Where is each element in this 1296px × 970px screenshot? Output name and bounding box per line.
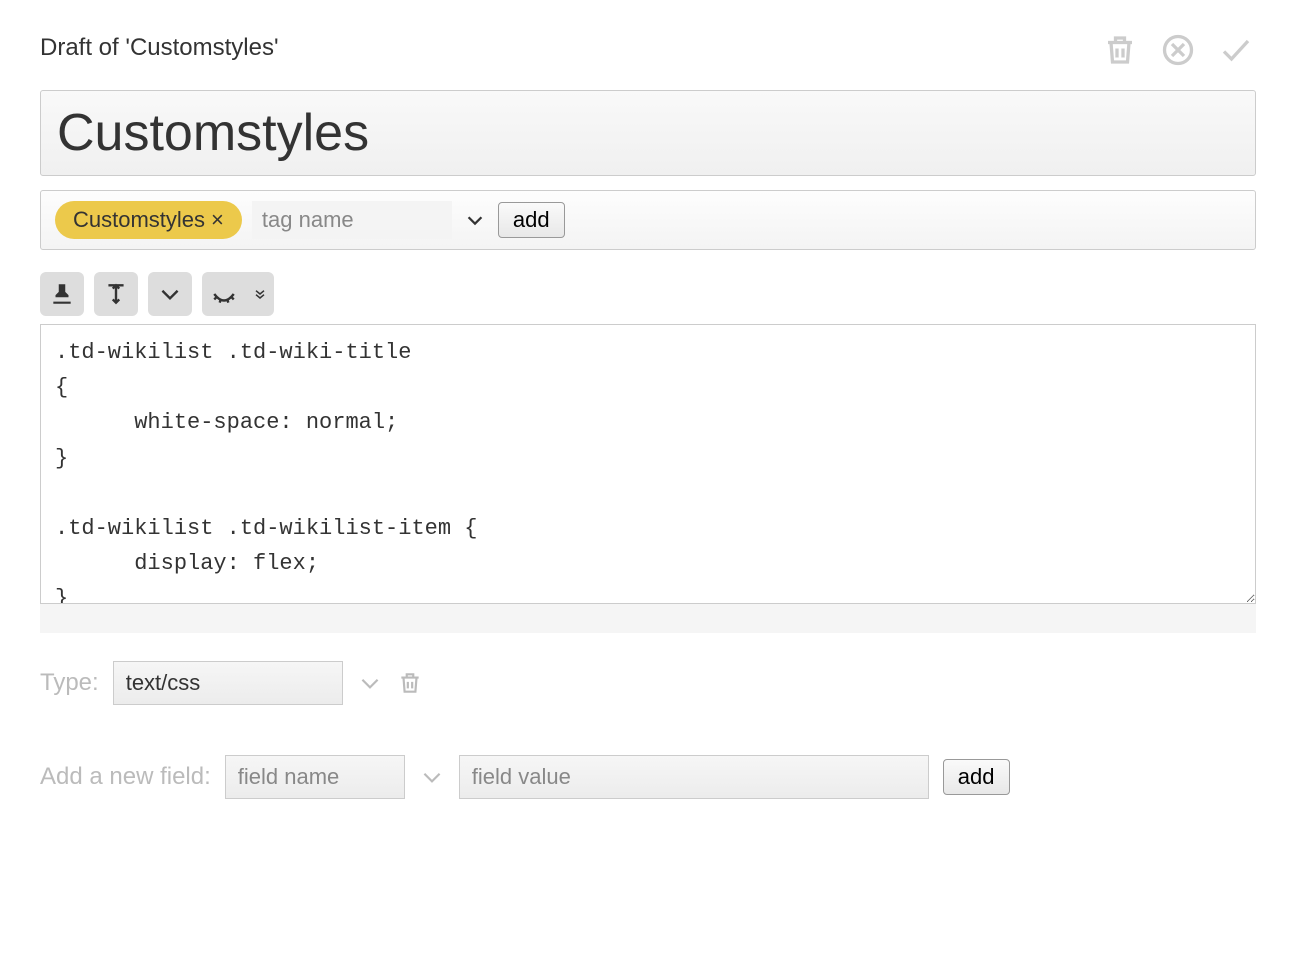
- draft-title: Draft of 'Customstyles': [40, 34, 279, 62]
- field-value-input[interactable]: [459, 755, 929, 799]
- type-dropdown-icon[interactable]: [357, 670, 383, 696]
- tags-container: Customstyles × add: [40, 190, 1256, 250]
- editor-wrapper: [40, 324, 1256, 633]
- type-input[interactable]: [113, 661, 343, 705]
- tag-remove-icon[interactable]: ×: [211, 209, 224, 231]
- field-add-button[interactable]: add: [943, 759, 1010, 795]
- cancel-icon[interactable]: [1158, 30, 1198, 70]
- new-field-row: Add a new field: add: [40, 755, 1256, 799]
- type-label: Type:: [40, 669, 99, 697]
- type-field-row: Type:: [40, 661, 1256, 705]
- new-field-label: Add a new field:: [40, 763, 211, 791]
- tag-name-input[interactable]: [252, 201, 452, 239]
- double-chevron-down-icon[interactable]: [246, 272, 274, 316]
- confirm-icon[interactable]: [1216, 30, 1256, 70]
- height-icon[interactable]: [94, 272, 138, 316]
- tag-pill: Customstyles ×: [55, 201, 242, 239]
- field-name-input[interactable]: [225, 755, 405, 799]
- type-delete-icon[interactable]: [397, 670, 423, 696]
- code-editor[interactable]: [40, 324, 1256, 604]
- tag-dropdown-icon[interactable]: [462, 207, 488, 233]
- editor-toolbar: [40, 272, 1256, 316]
- header-actions: [1100, 30, 1256, 70]
- preview-toggle-group: [202, 272, 274, 316]
- title-container: [40, 90, 1256, 176]
- tag-label: Customstyles: [73, 207, 205, 233]
- field-name-dropdown-icon[interactable]: [419, 764, 445, 790]
- stamp-icon[interactable]: [40, 272, 84, 316]
- title-input[interactable]: [57, 99, 1239, 167]
- eye-closed-icon[interactable]: [202, 272, 246, 316]
- chevron-down-icon[interactable]: [148, 272, 192, 316]
- delete-icon[interactable]: [1100, 30, 1140, 70]
- tag-add-button[interactable]: add: [498, 202, 565, 238]
